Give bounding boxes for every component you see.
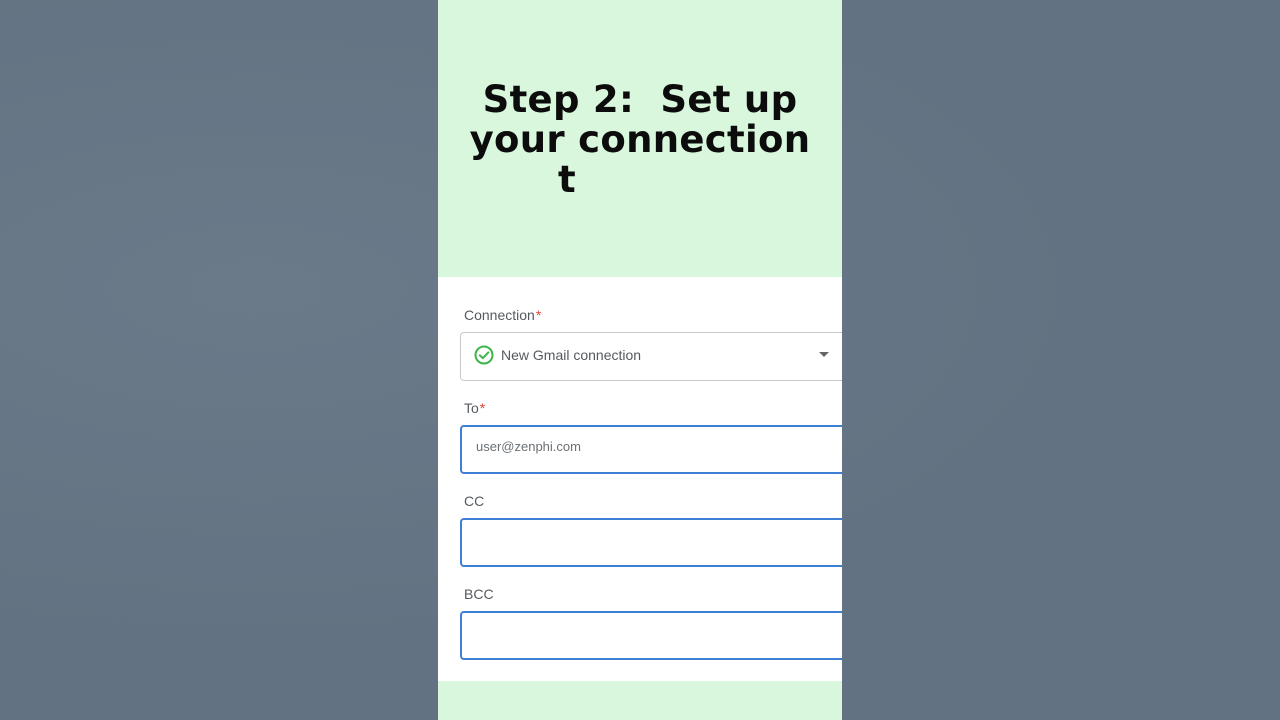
cc-label: CC xyxy=(464,493,485,509)
required-asterisk: * xyxy=(535,307,542,323)
step-headline: Step 2: Set up your connection t xyxy=(438,80,842,200)
required-asterisk: * xyxy=(479,400,486,416)
to-label: To* xyxy=(464,400,486,416)
connection-label: Connection* xyxy=(464,307,542,323)
cc-field[interactable] xyxy=(460,518,842,567)
connection-select[interactable]: New Gmail connection xyxy=(460,332,842,381)
to-field[interactable]: user@zenphi.com xyxy=(460,425,842,474)
headline-line-2: your connection xyxy=(469,118,811,161)
connection-value: New Gmail connection xyxy=(501,347,642,363)
video-panel: Step 2: Set up your connection t Connect… xyxy=(438,0,842,720)
check-circle-icon xyxy=(474,345,494,365)
email-form: Connection* New Gmail connection To* use… xyxy=(438,277,842,681)
headline-line-3: t xyxy=(558,158,576,201)
to-value: user@zenphi.com xyxy=(476,439,581,454)
bcc-field[interactable] xyxy=(460,611,842,660)
chevron-down-icon[interactable] xyxy=(819,352,829,357)
bcc-label: BCC xyxy=(464,586,494,602)
headline-line-1: Step 2: Set up xyxy=(482,78,798,121)
